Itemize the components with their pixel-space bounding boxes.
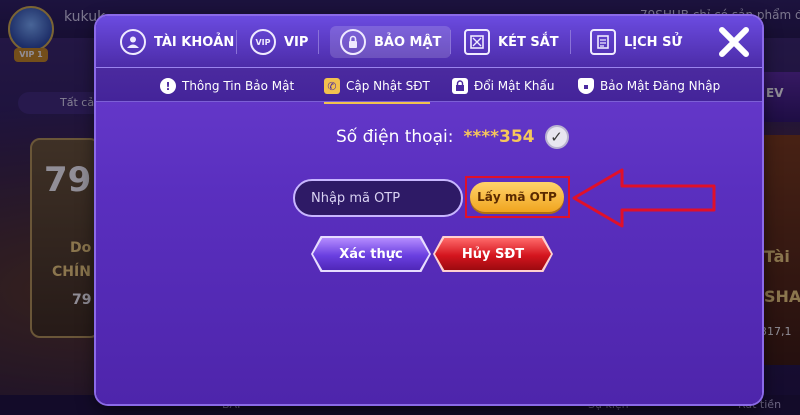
cancel-phone-button[interactable]: Hủy SĐT [435, 238, 551, 270]
safe-icon [464, 29, 490, 55]
subtab-label: Thông Tin Bảo Mật [182, 79, 295, 93]
tab-divider [236, 30, 237, 54]
phone-number-value: ****354 [463, 127, 535, 147]
lock-icon [452, 78, 468, 94]
shield-lock-icon [340, 29, 366, 55]
get-otp-button[interactable]: Lấy mã OTP [470, 182, 564, 212]
tab-history[interactable]: LỊCH SỬ [590, 26, 682, 58]
tab-safe[interactable]: KÉT SẮT [464, 26, 559, 58]
history-icon [590, 29, 616, 55]
tab-account[interactable]: TÀI KHOẢN [120, 26, 234, 58]
tab-label: KÉT SẮT [498, 34, 559, 50]
subtab-security-info[interactable]: ! Thông Tin Bảo Mật [160, 74, 294, 98]
close-button[interactable] [716, 24, 752, 60]
subtab-label: Cập Nhật SĐT [346, 79, 430, 93]
tab-divider [570, 30, 571, 54]
account-icon [120, 29, 146, 55]
tab-label: VIP [284, 34, 309, 50]
tab-label: LỊCH SỬ [624, 34, 683, 50]
close-icon [719, 27, 749, 57]
info-icon: ! [160, 78, 176, 94]
main-tab-bar: TÀI KHOẢN VIP VIP BẢO MẬT KÉT SẮT LỊCH S… [96, 16, 762, 68]
otp-input[interactable] [293, 179, 463, 217]
security-sub-tabs: ! Thông Tin Bảo Mật ✆ Cập Nhật SĐT Đổi M… [96, 68, 762, 104]
tab-label: BẢO MẬT [374, 34, 442, 50]
phone-number-row: Số điện thoại: ****354 ✓ [336, 122, 569, 152]
tab-vip[interactable]: VIP VIP [250, 26, 308, 58]
annotation-arrow-icon [572, 168, 716, 228]
tab-security[interactable]: BẢO MẬT [330, 26, 452, 58]
phone-icon: ✆ [324, 78, 340, 94]
account-settings-modal: TÀI KHOẢN VIP VIP BẢO MẬT KÉT SẮT LỊCH S… [96, 16, 762, 404]
shield-icon [578, 78, 594, 94]
verify-button[interactable]: Xác thực [313, 238, 429, 270]
subtab-update-phone[interactable]: ✆ Cập Nhật SĐT [324, 74, 430, 104]
tab-label: TÀI KHOẢN [154, 34, 235, 50]
subtab-label: Đổi Mật Khẩu [474, 79, 555, 93]
tab-divider [450, 30, 451, 54]
subtab-label: Bảo Mật Đăng Nhập [600, 79, 721, 93]
subtab-login-security[interactable]: Bảo Mật Đăng Nhập [578, 74, 720, 98]
vip-icon: VIP [250, 29, 276, 55]
tab-divider [318, 30, 319, 54]
verified-check-icon: ✓ [544, 125, 569, 149]
subtab-change-password[interactable]: Đổi Mật Khẩu [452, 74, 554, 98]
phone-label: Số điện thoại: [336, 127, 454, 147]
